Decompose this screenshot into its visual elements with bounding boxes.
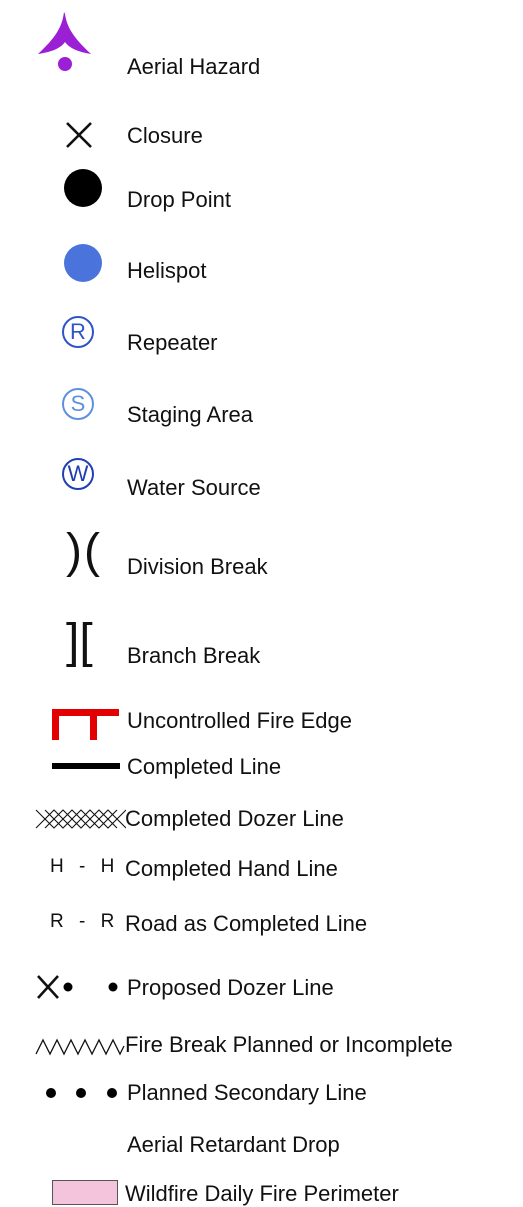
legend-label: Completed Dozer Line (125, 806, 344, 831)
r-dash-r-icon: R - R (50, 911, 115, 932)
legend-label: Wildfire Daily Fire Perimeter (125, 1181, 399, 1206)
legend-label: Repeater (127, 330, 218, 355)
solid-line-icon (52, 763, 120, 769)
legend-label: Closure (127, 123, 203, 148)
black-dot-icon (64, 169, 102, 207)
legend-label: Drop Point (127, 187, 231, 212)
circled-w-icon: W (62, 458, 94, 490)
parentheses-icon: )( (66, 525, 102, 578)
x-mark-icon (66, 122, 92, 148)
brackets-icon: ][ (66, 615, 93, 668)
legend-label: Branch Break (127, 643, 261, 668)
blue-dot-icon (64, 244, 102, 282)
legend-label: Division Break (127, 554, 268, 579)
legend-label: Proposed Dozer Line (127, 975, 334, 1000)
crosshatch-line-icon (35, 809, 126, 829)
legend-label: Water Source (127, 475, 261, 500)
legend-label: Completed Hand Line (125, 856, 338, 881)
zigzag-line-icon (35, 1038, 125, 1056)
legend-label: Staging Area (127, 402, 253, 427)
legend-label: Planned Secondary Line (127, 1080, 367, 1105)
circled-s-icon: S (62, 388, 94, 420)
legend-label: Aerial Retardant Drop (127, 1132, 340, 1157)
legend-label: Completed Line (127, 754, 282, 779)
map-legend: Aerial Hazard Closure Drop Point Helispo… (0, 0, 523, 1206)
h-dash-h-icon: H - H (50, 856, 115, 877)
legend-label: Uncontrolled Fire Edge (127, 708, 353, 733)
aerial-hazard-icon (38, 12, 91, 71)
legend-label: Fire Break Planned or Incomplete (125, 1032, 453, 1057)
circled-r-icon: R (62, 316, 94, 348)
pink-area-icon (52, 1180, 118, 1205)
legend-label: Road as Completed Line (125, 911, 368, 936)
three-dots-icon (46, 1088, 117, 1098)
x-dot-dot-icon (37, 975, 118, 999)
fire-edge-line-icon (52, 709, 119, 740)
legend-label: Aerial Hazard (127, 54, 261, 79)
legend-label: Helispot (127, 258, 207, 283)
